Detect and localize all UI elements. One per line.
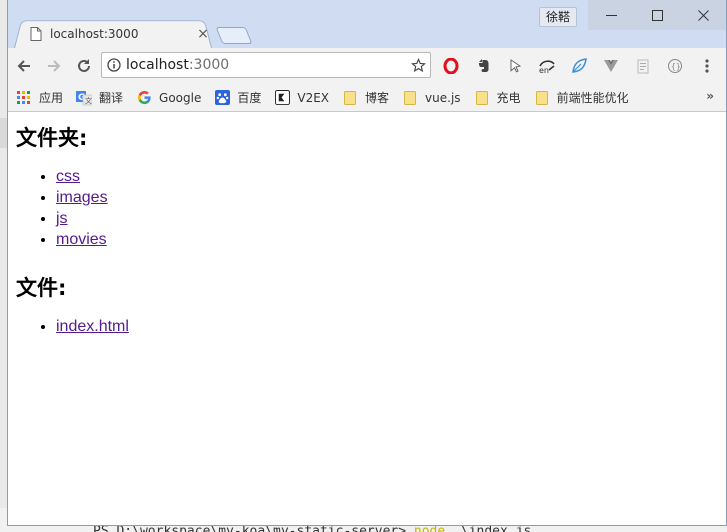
bookmark-label: 充电 (496, 91, 521, 105)
list-item: movies (56, 229, 718, 250)
bookmark-star-button[interactable] (406, 57, 430, 73)
bookmark-google[interactable]: Google (136, 87, 201, 109)
forward-button[interactable] (40, 52, 68, 80)
folders-heading: 文件夹: (16, 126, 88, 150)
extensions-bar: en {} (435, 52, 723, 80)
info-icon (107, 58, 121, 72)
leaf-icon (572, 58, 587, 73)
profile-button[interactable]: 徐鞳 (539, 7, 578, 27)
browser-menu-button[interactable] (691, 52, 723, 80)
folder-icon (402, 90, 418, 106)
bookmark-label: 前端性能优化 (556, 91, 629, 105)
list-item: js (56, 208, 718, 229)
folder-link-js[interactable]: js (56, 210, 68, 227)
menu-icon (705, 59, 709, 73)
evernote-icon (479, 59, 489, 72)
translate-icon: G文 (76, 90, 93, 106)
maximize-icon (651, 9, 663, 21)
files-list: index.html (16, 316, 718, 337)
cursor-extension[interactable] (499, 52, 531, 80)
svg-text:文: 文 (85, 96, 92, 105)
bookmark-label: 博客 (365, 91, 390, 105)
back-button[interactable] (10, 52, 38, 80)
star-icon (410, 57, 426, 72)
url-text[interactable]: localhost:3000 (126, 57, 406, 73)
forward-arrow-icon (48, 60, 61, 72)
browser-window: localhost:3000 × 徐鞳 localhost:3000 en {}… (7, 0, 727, 526)
folders-list: css images js movies (16, 166, 718, 250)
v2ex-icon (274, 90, 290, 106)
bookmark-v2ex[interactable]: V2EX (274, 87, 329, 109)
folder-link-css[interactable]: css (56, 168, 80, 185)
bookmark-label: 应用 (39, 91, 64, 105)
enoji-extension[interactable]: en (531, 52, 563, 80)
opera-extension[interactable] (435, 52, 467, 80)
cursor-icon (510, 59, 522, 73)
bookmark-folder-charge[interactable]: 充电 (474, 87, 521, 109)
svg-text:en: en (539, 66, 549, 74)
back-arrow-icon (17, 60, 30, 72)
files-heading: 文件: (16, 276, 67, 300)
close-icon (697, 9, 709, 21)
folder-link-images[interactable]: images (56, 189, 108, 206)
vue-devtools-extension[interactable] (595, 52, 627, 80)
opera-icon (443, 58, 459, 74)
bookmark-label: 翻译 (99, 91, 124, 105)
reload-button[interactable] (70, 52, 98, 80)
clipboard-icon (637, 59, 649, 74)
address-bar[interactable]: localhost:3000 (101, 52, 431, 78)
leaf-extension[interactable] (563, 52, 595, 80)
tab-close-icon[interactable]: × (196, 27, 210, 41)
browser-toolbar: localhost:3000 en {} (8, 48, 726, 84)
vue-devtools-icon (604, 60, 618, 72)
page-icon (30, 27, 42, 41)
baidu-icon (214, 90, 230, 106)
bookmark-translate[interactable]: G文 翻译 (76, 87, 123, 109)
enoji-icon: en (539, 60, 555, 74)
folder-icon (474, 90, 490, 106)
json-extension[interactable]: {} (659, 52, 691, 80)
clipboard-extension[interactable] (627, 52, 659, 80)
svg-text:{}: {} (671, 62, 681, 71)
bookmark-apps[interactable]: 应用 (16, 87, 63, 109)
close-button[interactable] (680, 0, 726, 30)
tab-title: localhost:3000 (50, 27, 139, 41)
bookmark-folder-blog[interactable]: 博客 (342, 87, 389, 109)
bookmarks-overflow-button[interactable]: » (706, 89, 714, 103)
bookmark-label: V2EX (297, 90, 330, 105)
minimize-button[interactable] (588, 0, 634, 30)
title-bar: localhost:3000 × 徐鞳 (8, 0, 726, 48)
evernote-extension[interactable] (467, 52, 499, 80)
list-item: css (56, 166, 718, 187)
window-controls (588, 0, 726, 30)
list-item: index.html (56, 316, 718, 337)
bookmark-label: 百度 (237, 91, 262, 105)
minimize-icon (605, 14, 617, 16)
google-icon (136, 90, 152, 106)
site-info-button[interactable] (102, 58, 126, 72)
bookmark-folder-perf[interactable]: 前端性能优化 (534, 87, 629, 109)
folder-icon (342, 90, 358, 106)
list-item: images (56, 187, 718, 208)
reload-icon (78, 59, 90, 72)
file-link-index-html[interactable]: index.html (56, 318, 129, 335)
json-icon: {} (668, 59, 682, 73)
bookmark-folder-vuejs[interactable]: vue.js (402, 87, 461, 109)
bookmark-baidu[interactable]: 百度 (214, 87, 261, 109)
maximize-button[interactable] (634, 0, 680, 30)
new-tab-button[interactable] (215, 27, 253, 44)
bookmark-label: vue.js (425, 90, 461, 105)
folder-icon (534, 90, 550, 106)
apps-grid-icon (16, 90, 32, 106)
bookmarks-bar: 应用 G文 翻译 Google 百度 V2EX 博客 vue.js 充电 前端性… (8, 84, 726, 112)
bookmark-label: Google (159, 90, 202, 105)
folder-link-movies[interactable]: movies (56, 231, 107, 248)
page-content: 文件夹: css images js movies 文件: index.html (8, 112, 726, 367)
tab-content[interactable]: localhost:3000 × (30, 24, 210, 44)
